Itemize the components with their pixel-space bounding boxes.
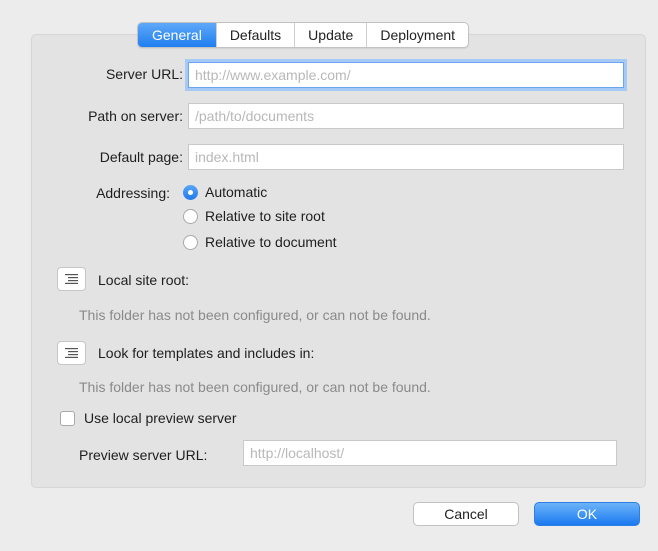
tab-update[interactable]: Update — [294, 23, 366, 47]
local-site-root-note: This folder has not been configured, or … — [79, 307, 431, 323]
tab-deployment[interactable]: Deployment — [366, 23, 468, 47]
radio-unselected-icon — [183, 208, 198, 224]
path-on-server-label: Path on server: — [88, 108, 183, 124]
radio-relative-site-root-label: Relative to site root — [205, 208, 325, 224]
tab-bar: General Defaults Update Deployment — [137, 22, 470, 48]
radio-relative-document-label: Relative to document — [205, 234, 337, 250]
addressing-label: Addressing: — [96, 185, 170, 201]
radio-automatic[interactable]: Automatic — [183, 184, 267, 200]
radio-relative-site-root[interactable]: Relative to site root — [183, 208, 325, 224]
tab-general[interactable]: General — [138, 23, 216, 47]
preview-url-input[interactable] — [243, 440, 617, 466]
local-site-root-label: Local site root: — [98, 272, 190, 288]
templates-folder-note: This folder has not been configured, or … — [79, 379, 431, 395]
tab-defaults[interactable]: Defaults — [215, 23, 294, 47]
path-on-server-input[interactable] — [188, 103, 624, 129]
preview-server-checkbox-label: Use local preview server — [84, 410, 237, 426]
radio-unselected-icon — [183, 234, 198, 250]
default-page-label: Default page: — [99, 149, 183, 165]
radio-relative-document[interactable]: Relative to document — [183, 234, 337, 250]
ok-button[interactable]: OK — [534, 502, 640, 526]
templates-folder-label: Look for templates and includes in: — [98, 345, 315, 361]
server-url-label: Server URL: — [105, 66, 183, 82]
radio-automatic-label: Automatic — [205, 184, 268, 200]
list-icon — [65, 348, 78, 358]
list-icon — [65, 274, 78, 284]
radio-selected-icon — [183, 184, 198, 200]
preview-url-label: Preview server URL: — [79, 447, 208, 463]
templates-folder-button[interactable] — [57, 341, 86, 365]
server-url-input[interactable] — [188, 62, 624, 88]
local-site-root-button[interactable] — [57, 267, 86, 291]
cancel-button[interactable]: Cancel — [413, 502, 519, 526]
preview-server-checkbox[interactable] — [60, 411, 75, 426]
default-page-input[interactable] — [188, 144, 624, 170]
